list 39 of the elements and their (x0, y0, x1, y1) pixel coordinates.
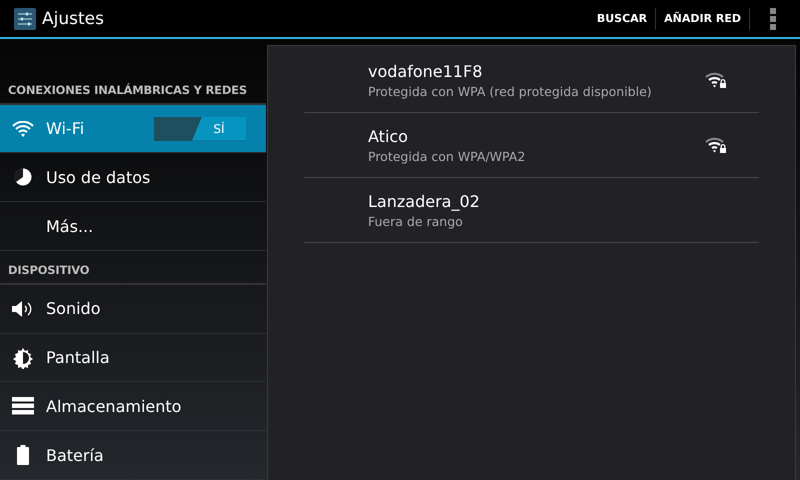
switch-thumb[interactable]: SÍ (192, 116, 246, 141)
section-header: CONEXIONES INALÁMBRICAS Y REDES (8, 82, 247, 97)
data-usage-icon (13, 167, 33, 188)
settings-item[interactable]: Batería (0, 431, 266, 480)
wifi-icon (12, 120, 34, 137)
storage-icon (12, 397, 34, 416)
settings-item[interactable]: Almacenamiento (0, 382, 266, 432)
settings-item[interactable]: Pantalla (0, 334, 266, 382)
network-item[interactable]: Atico Protegida con WPA/WPA2 (304, 113, 759, 178)
action-button[interactable]: BUSCAR (588, 8, 656, 30)
app-title: Ajustes (42, 8, 105, 28)
brightness-icon (12, 346, 34, 369)
settings-app-icon (14, 8, 36, 30)
section-header: DISPOSITIVO (8, 262, 90, 277)
wifi-lock-icon (705, 72, 727, 88)
overflow-menu-icon[interactable] (770, 8, 776, 30)
network-status: Protegida con WPA/WPA2 (368, 148, 526, 164)
settings-label: Wi-Fi (46, 119, 86, 138)
network-status: Fuera de rango (368, 214, 464, 228)
wifi-lock-icon (705, 137, 727, 153)
settings-label: Batería (46, 446, 105, 465)
battery-icon (17, 445, 29, 466)
toggle-switch[interactable]: SÍ (154, 116, 246, 141)
settings-label: Sonido (46, 299, 102, 318)
settings-item[interactable]: Wi-Fi SÍ (0, 104, 266, 154)
network-item[interactable]: vodafone11F8 Protegida con WPA (red protegida disponible) (304, 48, 759, 113)
settings-item[interactable]: Uso de datos (0, 153, 266, 202)
settings-label: Más... (46, 216, 94, 236)
network-name: Atico (368, 126, 409, 146)
settings-label: Pantalla (46, 348, 111, 368)
settings-label: Uso de datos (46, 168, 152, 187)
action-button[interactable]: AÑADIR RED (656, 8, 750, 30)
network-item[interactable]: Lanzadera_02 Fuera de rango (304, 178, 759, 243)
settings-item[interactable]: Más... (0, 202, 266, 252)
network-name: vodafone11F8 (368, 62, 484, 80)
settings-label: Almacenamiento (46, 396, 182, 416)
network-name: Lanzadera_02 (368, 192, 481, 210)
settings-item[interactable]: Sonido (0, 284, 266, 334)
network-status: Protegida con WPA (red protegida disponible) (368, 84, 653, 98)
